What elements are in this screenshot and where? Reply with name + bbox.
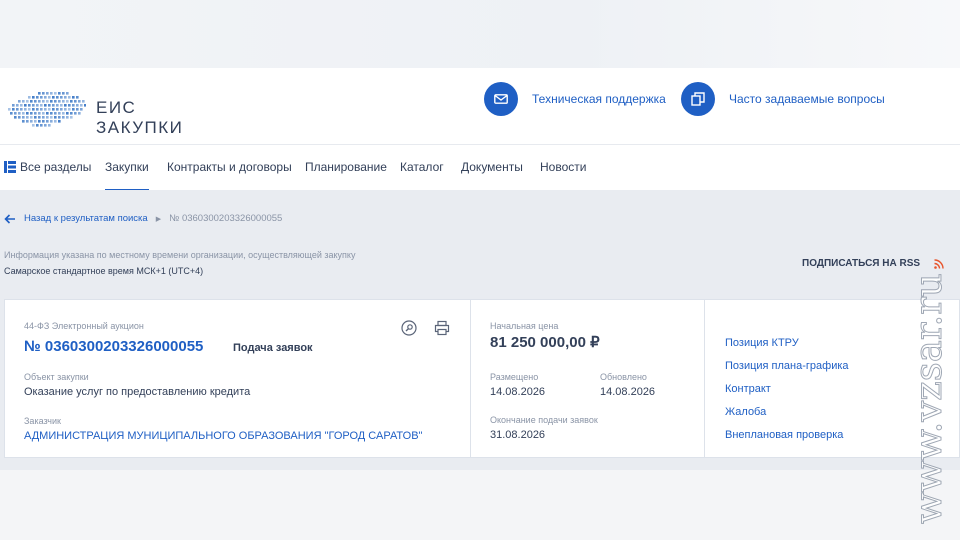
nav-item-zakupki[interactable]: Закупки xyxy=(105,160,149,191)
main-nav: Все разделы Закупки Контракты и договоры… xyxy=(0,144,960,191)
purchase-number-link[interactable]: № 0360300203326000055 xyxy=(24,338,203,355)
top-background-strip xyxy=(0,0,960,68)
nav-all-sections-label: Все разделы xyxy=(20,160,92,174)
object-value: Оказание услуг по предоставлению кредита xyxy=(24,386,251,398)
purchase-main-column: 44-ФЗ Электронный аукцион № 036030020332… xyxy=(5,300,471,457)
link-unscheduled-inspection[interactable]: Внеплановая проверка xyxy=(725,429,843,441)
arrow-left-icon[interactable] xyxy=(4,213,16,224)
faq-icon xyxy=(681,82,715,116)
price-label: Начальная цена xyxy=(490,321,559,331)
rss-label: ПОДПИСАТЬСЯ НА RSS xyxy=(802,258,921,269)
print-icon[interactable] xyxy=(434,320,450,336)
eis-logo[interactable]: ЕИС ЗАКУПКИ xyxy=(4,82,184,137)
nav-item-planning[interactable]: Планирование xyxy=(305,160,387,191)
mail-icon xyxy=(484,82,518,116)
customer-label: Заказчик xyxy=(24,416,61,426)
purchase-stage: Подача заявок xyxy=(233,342,313,354)
law-type: 44-ФЗ Электронный аукцион xyxy=(24,321,144,331)
link-contract[interactable]: Контракт xyxy=(725,383,771,395)
nav-all-sections[interactable]: Все разделы xyxy=(4,160,91,191)
watermark: www.vzsar.ru xyxy=(907,273,951,525)
object-label: Объект закупки xyxy=(24,372,89,382)
svg-text:www.vzsar.ru: www.vzsar.ru xyxy=(907,273,950,524)
back-to-results-link[interactable]: Назад к результатам поиска xyxy=(24,213,148,224)
link-plan-schedule-position[interactable]: Позиция плана-графика xyxy=(725,360,849,372)
faq-link[interactable]: Часто задаваемые вопросы xyxy=(681,82,885,116)
breadcrumb: Назад к результатам поиска ▶ № 036030020… xyxy=(4,213,282,224)
deadline-label: Окончание подачи заявок xyxy=(490,415,598,425)
updated-label: Обновлено xyxy=(600,372,647,382)
link-ktru-position[interactable]: Позиция КТРУ xyxy=(725,337,799,349)
sections-icon xyxy=(4,161,16,173)
price-value: 81 250 000,00 ₽ xyxy=(490,334,600,351)
purchase-card: 44-ФЗ Электронный аукцион № 036030020332… xyxy=(4,299,960,458)
link-complaint[interactable]: Жалоба xyxy=(725,406,766,418)
site-header: ЕИС ЗАКУПКИ Техническая поддержка Часто … xyxy=(0,68,960,144)
chevron-right-icon: ▶ xyxy=(155,215,162,223)
logo-line2: ЗАКУПКИ xyxy=(96,118,184,137)
timezone-value: Самарское стандартное время МСК+1 (UTC+4… xyxy=(4,266,204,276)
nav-item-contracts[interactable]: Контракты и договоры xyxy=(167,160,292,191)
support-label: Техническая поддержка xyxy=(532,92,666,106)
russia-map-icon xyxy=(8,92,86,127)
updated-value: 14.08.2026 xyxy=(600,386,656,398)
breadcrumb-current: № 0360300203326000055 xyxy=(169,213,283,224)
posted-label: Размещено xyxy=(490,372,539,382)
nav-item-documents[interactable]: Документы xyxy=(461,160,523,191)
logo-text: ЕИС ЗАКУПКИ xyxy=(96,98,183,138)
nav-item-catalog[interactable]: Каталог xyxy=(400,160,444,191)
customer-link[interactable]: АДМИНИСТРАЦИЯ МУНИЦИПАЛЬНОГО ОБРАЗОВАНИЯ… xyxy=(24,430,422,442)
timezone-note: Информация указана по местному времени о… xyxy=(4,250,356,260)
logo-line1: ЕИС xyxy=(96,98,137,117)
support-link[interactable]: Техническая поддержка xyxy=(484,82,666,116)
faq-label: Часто задаваемые вопросы xyxy=(729,92,885,106)
search-document-icon[interactable] xyxy=(401,320,417,336)
nav-item-news[interactable]: Новости xyxy=(540,160,586,191)
purchase-price-column: Начальная цена 81 250 000,00 ₽ Размещено… xyxy=(471,300,705,457)
posted-value: 14.08.2026 xyxy=(490,386,546,398)
deadline-value: 31.08.2026 xyxy=(490,429,546,441)
